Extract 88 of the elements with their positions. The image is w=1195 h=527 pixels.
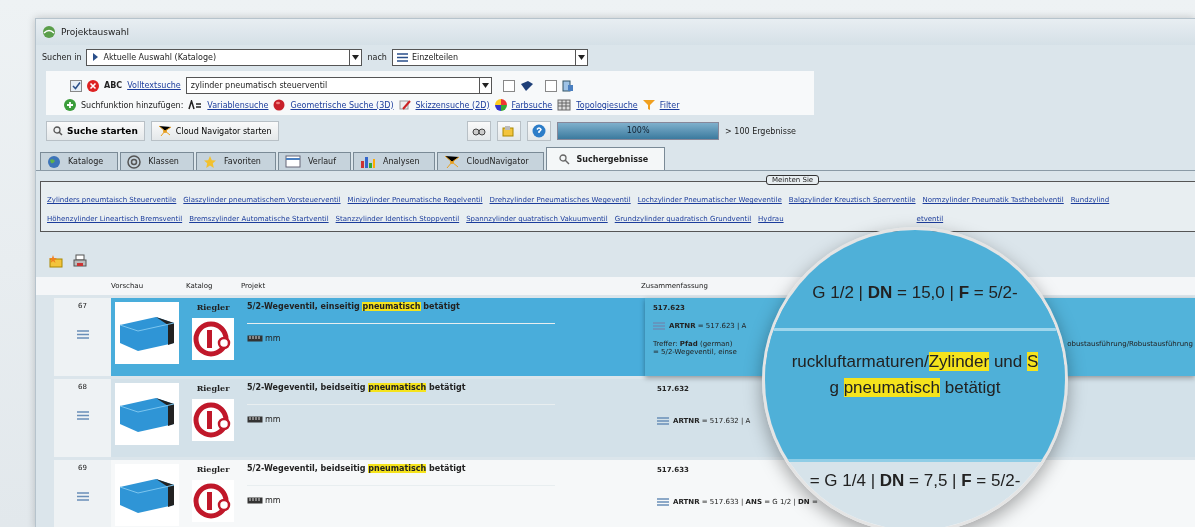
product-thumbnail: [115, 464, 179, 526]
caret-icon: [352, 54, 360, 60]
play-icon: [91, 52, 100, 62]
catalog-logo: [192, 318, 234, 360]
remove-icon[interactable]: [87, 79, 99, 92]
search-function-link[interactable]: Skizzensuche (2D): [415, 100, 490, 110]
network-icon: [443, 154, 460, 169]
list-icon: [396, 52, 408, 62]
pencil-icon: [398, 99, 411, 111]
binoculars-button[interactable]: [467, 121, 492, 141]
fulltext-search-link[interactable]: Volltextsuche: [127, 81, 181, 90]
filter-icon: [642, 99, 655, 111]
search-icon: [53, 126, 63, 136]
list-icon: [657, 417, 669, 425]
star-icon: [202, 154, 217, 169]
ruler-icon: [247, 335, 263, 342]
equation-icon: [188, 100, 203, 110]
tab[interactable]: Analysen: [353, 152, 435, 170]
tab[interactable]: CloudNavigator: [436, 152, 544, 170]
unit-text: mm: [265, 496, 281, 505]
after-label: nach: [367, 52, 387, 62]
tab[interactable]: Suchergebnisse: [545, 147, 666, 170]
bar-chart-icon: [360, 155, 376, 168]
window-title: Projektauswahl: [61, 27, 130, 37]
menu-icon[interactable]: [76, 411, 89, 420]
scope-dropdown[interactable]: Aktuelle Auswahl (Kataloge): [86, 48, 363, 66]
tab[interactable]: Favoriten: [195, 152, 276, 170]
document-icon: [561, 79, 574, 92]
list-icon: [657, 498, 669, 506]
checkbox[interactable]: [544, 79, 557, 92]
product-thumbnail: [115, 383, 179, 445]
catalog-name: Riegler: [196, 302, 230, 312]
window-icon: [284, 155, 301, 168]
folder-star-icon[interactable]: [48, 254, 64, 268]
tab[interactable]: Kataloge: [40, 152, 119, 170]
app-icon: [42, 25, 56, 39]
tab[interactable]: Verlauf: [277, 152, 351, 170]
cloud-navigator-button[interactable]: Cloud Navigator starten: [150, 121, 279, 141]
start-search-button[interactable]: Suche starten: [46, 121, 145, 141]
search-in-label: Suchen in: [42, 52, 82, 62]
search-icon: [558, 153, 570, 165]
ruler-icon: [247, 416, 263, 423]
help-button[interactable]: [527, 121, 552, 141]
network-icon: [157, 125, 172, 137]
unit-text: mm: [265, 334, 281, 343]
results-count: > 100 Ergebnisse: [725, 126, 796, 136]
add-icon[interactable]: [64, 99, 76, 111]
magnified-text: g pneumatisch betätigt: [829, 377, 1001, 399]
search-function-link[interactable]: Geometrische Suche (3D): [290, 100, 394, 110]
checkbox[interactable]: [70, 79, 82, 92]
globe-icon: [47, 154, 61, 169]
printer-icon[interactable]: [73, 254, 87, 268]
catalog-name: Riegler: [196, 383, 230, 393]
abc-label: ABC: [104, 81, 123, 90]
add-function-label: Suchfunktion hinzufügen:: [81, 100, 184, 110]
product-thumbnail: [115, 302, 179, 364]
binoculars-icon: [472, 125, 487, 137]
tab[interactable]: Klassen: [120, 152, 194, 170]
color-wheel-icon: [494, 99, 507, 111]
checkbox[interactable]: [502, 79, 515, 92]
unit-text: mm: [265, 415, 281, 424]
catalog-name: Riegler: [196, 464, 230, 474]
search-function-link[interactable]: Farbsuche: [511, 100, 553, 110]
grid-icon: [557, 99, 572, 111]
caret-icon: [481, 83, 489, 88]
ruler-icon: [247, 497, 263, 504]
sphere-icon: [273, 99, 286, 111]
project-title: 5/2-Wegeventil, beidseitig pneumatisch betätigt: [247, 464, 467, 473]
list-icon: [653, 322, 665, 330]
progress-text: 100%: [625, 126, 651, 135]
folder-button[interactable]: [497, 121, 522, 141]
project-title: 5/2-Wegeventil, beidseitig pneumatisch betätigt: [247, 383, 467, 392]
search-input-field[interactable]: zylinder pneumatisch steuerventil: [185, 77, 492, 94]
caret-icon: [577, 54, 585, 60]
menu-icon[interactable]: [76, 330, 89, 339]
folder-icon: [502, 125, 517, 137]
search-function-link[interactable]: Variablensuche: [207, 100, 269, 110]
project-title: 5/2-Wegeventil, einseitig pneumatisch betätigt: [247, 302, 461, 311]
magnified-text: = G 1/4 | DN = 7,5 | F = 5/2-: [809, 470, 1021, 492]
help-icon: [532, 124, 547, 138]
at-sign-icon: [127, 154, 142, 169]
menu-icon[interactable]: [76, 492, 89, 501]
catalog-logo: [192, 399, 234, 441]
search-function-link[interactable]: Topologiesuche: [576, 100, 638, 110]
book-icon: [519, 79, 534, 92]
search-function-link[interactable]: Filter: [659, 100, 680, 110]
target-dropdown[interactable]: Einzelteilen: [391, 48, 588, 66]
catalog-logo: [192, 480, 234, 522]
